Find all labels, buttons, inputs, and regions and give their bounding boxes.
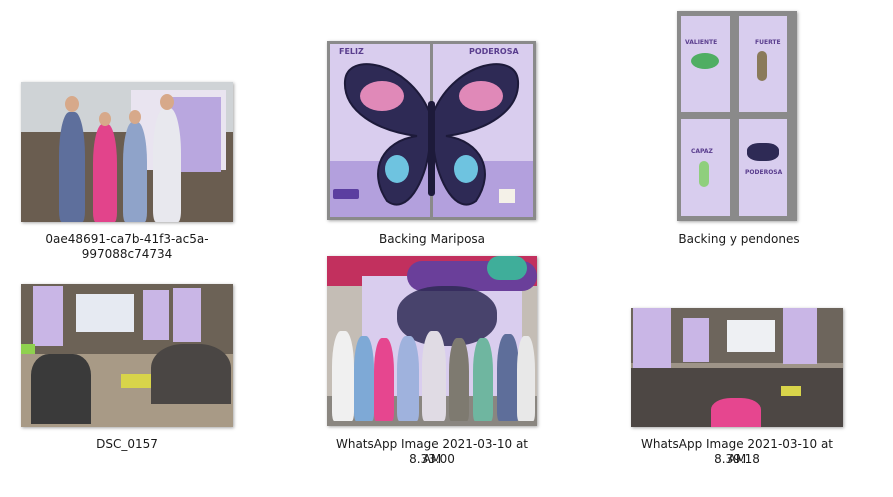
thumbnail-whatsapp-2[interactable] (631, 308, 843, 427)
file-name[interactable]: Backing Mariposa (312, 232, 552, 247)
thumbnail-backing-pendones[interactable]: VALIENTE FUERTE CAPAZ PODEROSA (677, 11, 797, 221)
thumbnail-backing-mariposa[interactable]: FELIZ PODEROSA (327, 41, 536, 220)
chrysalis-icon (699, 161, 709, 187)
banner-label: CAPAZ (691, 148, 713, 155)
thumbnail-whatsapp-1[interactable] (327, 256, 537, 426)
banner-label: PODEROSA (745, 169, 783, 176)
banner-label: VALIENTE (685, 39, 718, 46)
chameleon-icon (691, 53, 719, 69)
banner-label: FUERTE (755, 39, 781, 46)
file-name[interactable]: 0ae48691-ca7b-41f3-ac5a-997088c74734 (7, 232, 247, 262)
file-name[interactable]: DSC_0157 (7, 437, 247, 452)
caterpillar-icon (757, 51, 767, 81)
file-name-line-2[interactable]: AM (312, 452, 552, 467)
file-name[interactable]: Backing y pendones (619, 232, 859, 247)
thumbnail-dsc-0157[interactable] (21, 284, 233, 427)
file-name-line-2[interactable]: AM (617, 452, 857, 467)
butterfly-icon (747, 143, 779, 161)
thumbnail-photo-1[interactable] (21, 82, 233, 222)
